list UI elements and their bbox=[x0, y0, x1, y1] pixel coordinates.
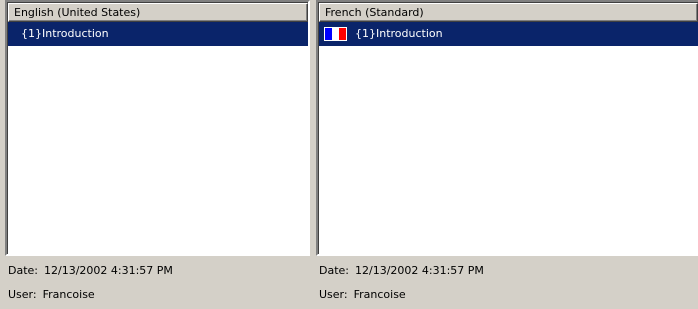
target-date-label: Date: bbox=[319, 264, 349, 277]
source-user-value: Francoise bbox=[42, 288, 95, 301]
target-language-header-label: French (Standard) bbox=[325, 6, 424, 19]
target-language-column-header[interactable]: French (Standard) bbox=[319, 3, 698, 22]
target-date-value: 12/13/2002 4:31:57 PM bbox=[355, 264, 484, 277]
target-language-pane: French (Standard) {1}Introduction bbox=[316, 0, 698, 256]
target-user-value: Francoise bbox=[353, 288, 406, 301]
source-item-label: {1}Introduction bbox=[21, 27, 109, 40]
source-date-line: Date: 12/13/2002 4:31:57 PM bbox=[8, 264, 173, 277]
source-date-label: Date: bbox=[8, 264, 38, 277]
source-user-label: User: bbox=[8, 288, 37, 301]
source-user-line: User: Francoise bbox=[8, 288, 95, 301]
translation-compare-window: English (United States) {1}Introduction … bbox=[0, 0, 698, 309]
source-language-pane: English (United States) {1}Introduction bbox=[5, 0, 310, 256]
target-list-item[interactable]: {1}Introduction bbox=[319, 22, 698, 46]
french-flag-icon bbox=[324, 27, 347, 41]
target-date-line: Date: 12/13/2002 4:31:57 PM bbox=[319, 264, 484, 277]
source-list-item[interactable]: {1}Introduction bbox=[8, 22, 308, 46]
target-item-label: {1}Introduction bbox=[355, 27, 443, 40]
source-language-header-label: English (United States) bbox=[14, 6, 141, 19]
source-language-column-header[interactable]: English (United States) bbox=[8, 3, 308, 22]
target-user-line: User: Francoise bbox=[319, 288, 406, 301]
source-list-view[interactable]: English (United States) {1}Introduction bbox=[7, 2, 308, 254]
target-list-view[interactable]: French (Standard) {1}Introduction bbox=[318, 2, 698, 254]
source-date-value: 12/13/2002 4:31:57 PM bbox=[44, 264, 173, 277]
target-user-label: User: bbox=[319, 288, 348, 301]
